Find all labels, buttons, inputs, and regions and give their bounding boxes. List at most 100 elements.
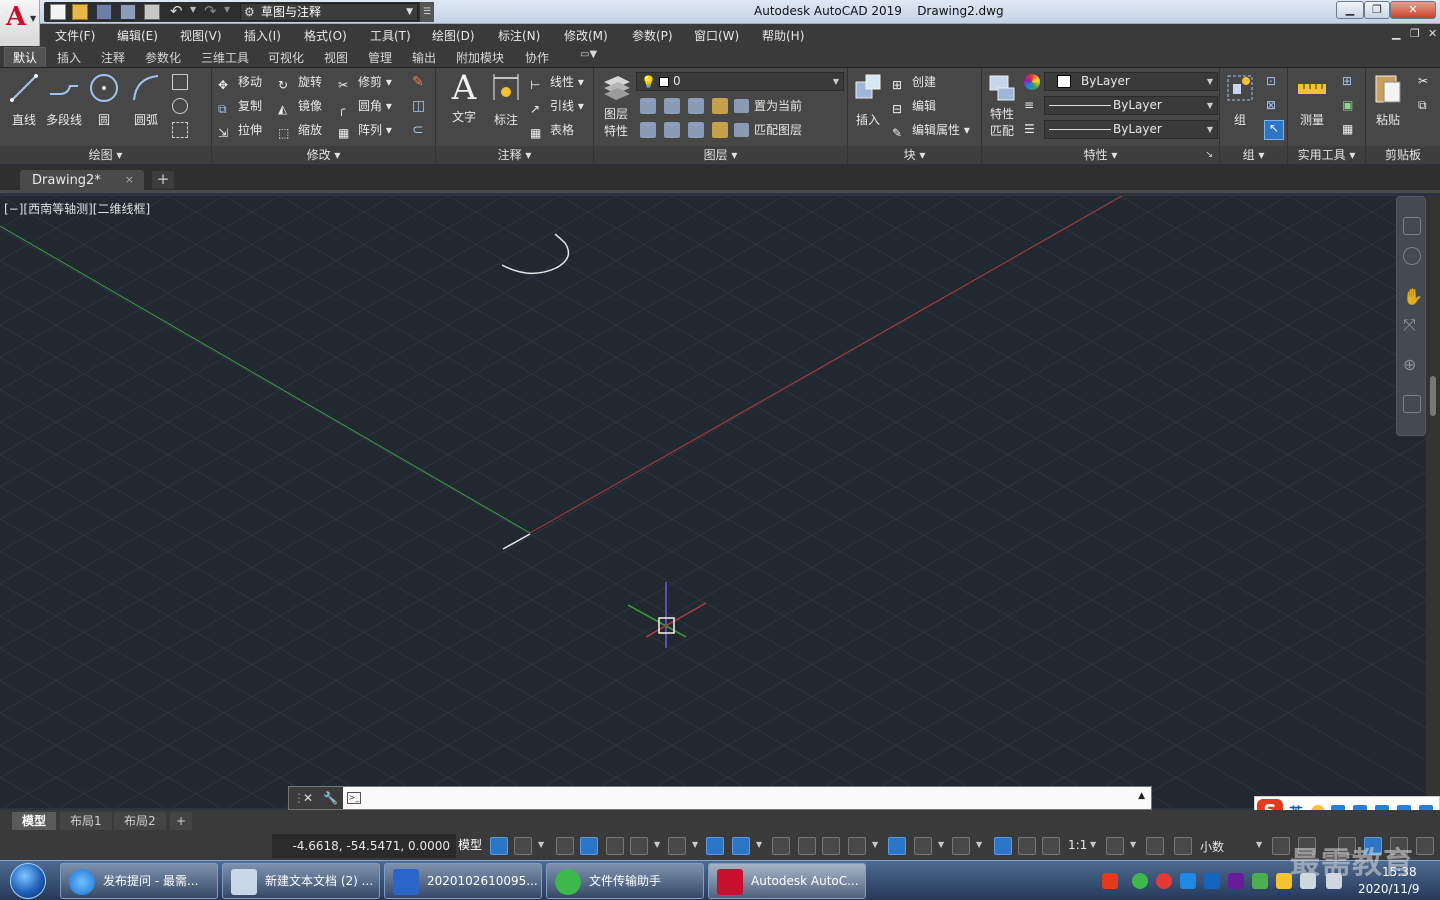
layer-properties-button[interactable]: 图层 特性 [596,72,636,139]
add-layout-button[interactable]: + [170,812,193,830]
panel-properties-title[interactable]: 特性 ▾ ↘ [982,146,1219,164]
ribbon-minimize-icon[interactable]: ▭▼ [580,49,597,60]
linear-button[interactable]: ⊢ 线性 ▾ [530,72,584,92]
panel-draw-title[interactable]: 绘图 ▾ [0,146,211,164]
tab-default[interactable]: 默认 [4,47,47,67]
chevron-down-icon[interactable]: ▼ [872,840,878,849]
measure-button[interactable]: 测量 [1292,72,1332,128]
drawing-canvas[interactable]: [−][西南等轴测][二维线框] [0,196,1426,808]
tab-view[interactable]: 视图 [324,49,348,66]
color-wheel-icon[interactable] [1024,74,1040,90]
redo-icon[interactable]: ↷ [204,2,217,20]
tab-3d-tools[interactable]: 三维工具 [201,49,249,66]
layer-off-icon[interactable] [640,98,656,114]
lineweight-icon[interactable]: ☰ [1024,122,1040,138]
layer-freeze-icon[interactable] [688,98,704,114]
stretch-button[interactable]: ⇲ 拉伸 [218,120,262,140]
taskbar-item-autocad[interactable]: Autodesk AutoC... [708,863,866,899]
coordinates-display[interactable]: -4.6618, -54.5471, 0.0000 [272,834,456,858]
linetype-icon[interactable]: ≡ [1024,98,1040,114]
insert-block-button[interactable]: 插入 [848,72,888,128]
clock-date[interactable]: 2020/11/9 [1358,882,1420,896]
orbit-icon[interactable]: ⊕ [1403,355,1421,374]
panel-utilities-title[interactable]: 实用工具 ▾ [1288,146,1365,164]
viewport-controls[interactable]: [−][西南等轴测][二维线框] [4,200,150,217]
grid-toggle-icon[interactable] [490,837,508,855]
undo-icon[interactable]: ↶ [170,2,183,20]
nvidia-tray-icon[interactable] [1252,873,1268,889]
panel-annotation-title[interactable]: 注释 ▾ [436,146,593,164]
select-all-icon[interactable]: ▣ [1342,98,1358,114]
zoom-extents-icon[interactable]: ⤧ [1403,315,1421,334]
weibo-tray-icon[interactable] [1156,873,1172,889]
group-edit-icon[interactable]: ⊠ [1266,98,1282,114]
tab-collaborate[interactable]: 协作 [525,49,549,66]
new-file-icon[interactable] [50,4,66,20]
rotate-button[interactable]: ↻ 旋转 [278,72,322,92]
object-snap-icon[interactable] [732,837,750,855]
workspace-gear-icon[interactable] [1106,837,1124,855]
tab-layout2[interactable]: 布局2 [114,812,166,830]
tab-output[interactable]: 输出 [412,49,436,66]
array-button[interactable]: ▦ 阵列 ▾ [338,120,392,140]
minimize-button[interactable]: ▁ [1336,1,1364,19]
model-space-button[interactable]: 模型 [458,836,482,853]
paste-button[interactable]: 粘贴 [1368,72,1408,128]
taskbar-item-ie[interactable]: 发布提问 - 最需... [60,863,218,899]
polyline-button[interactable]: 多段线 [44,72,84,128]
auto-scale-icon[interactable] [1018,837,1036,855]
offset-icon[interactable]: ⊂ [412,122,428,138]
taskbar-item-notepad[interactable]: 新建文本文档 (2) ... [222,863,380,899]
rectangle-icon[interactable] [172,74,188,90]
annotation-monitor-icon[interactable] [1146,837,1164,855]
menu-format[interactable]: 格式(O) [304,27,347,44]
group-select-icon[interactable]: ↖ [1264,120,1284,140]
calculator-icon[interactable]: ▦ [1342,122,1358,138]
transparency-icon[interactable] [798,837,816,855]
menu-help[interactable]: 帮助(H) [762,27,804,44]
object-snap-tracking-icon[interactable] [706,837,724,855]
chevron-down-icon[interactable]: ▼ [692,840,698,849]
open-file-icon[interactable] [72,4,88,20]
table-button[interactable]: ▦ 表格 [530,120,574,140]
lineweight-toggle-icon[interactable] [772,837,790,855]
chevron-down-icon[interactable]: ▼ [538,840,544,849]
panel-layers-title[interactable]: 图层 ▾ [594,146,847,164]
layer-unisolate-icon[interactable] [664,122,680,138]
scale-button[interactable]: ⬚ 缩放 [278,120,322,140]
close-button[interactable]: ✕ [1390,1,1436,19]
selection-filter-icon[interactable] [914,837,932,855]
mirror-button[interactable]: ◭ 镜像 [278,96,322,116]
annotation-scale-icon[interactable] [1042,837,1060,855]
chevron-down-icon[interactable]: ▼ [976,840,982,849]
copy-clip-icon[interactable]: ⧉ [1418,98,1434,114]
menu-draw[interactable]: 绘图(D) [432,27,475,44]
undo-dropdown-icon[interactable]: ▼ [190,5,196,14]
polar-tracking-icon[interactable] [630,837,648,855]
lineweight-dropdown[interactable]: ByLayer ▼ [1044,120,1218,139]
hatch-icon[interactable] [172,122,188,138]
layer-on-icon[interactable] [640,122,656,138]
edit-block-button[interactable]: ⊟ 编辑 [892,96,936,116]
chevron-down-icon[interactable]: ▼ [1090,840,1096,849]
workspace-switcher[interactable]: ⚙ 草图与注释 ▼ [240,3,418,21]
dialog-launcher-icon[interactable]: ↘ [1205,146,1213,164]
vertical-scrollbar[interactable] [1426,196,1440,808]
customize-qat-icon[interactable]: ☰ [420,2,434,22]
scrollbar-thumb[interactable] [1430,376,1436,416]
line-button[interactable]: 直线 [4,72,44,128]
panel-block-title[interactable]: 块 ▾ [848,146,981,164]
command-line[interactable]: ⋮ ✕ 🔧 >_ ▲ [288,786,1152,810]
group-button[interactable]: 组 [1220,72,1260,128]
match-layer-button[interactable]: 匹配图层 [734,120,802,140]
chevron-down-icon[interactable]: ▼ [756,840,762,849]
make-current-button[interactable]: 置为当前 [734,96,802,116]
menu-insert[interactable]: 插入(I) [244,27,281,44]
tab-manage[interactable]: 管理 [368,49,392,66]
menu-parametric[interactable]: 参数(P) [632,27,673,44]
layer-unlock-icon[interactable] [712,122,728,138]
move-button[interactable]: ✥ 移动 [218,72,262,92]
cut-icon[interactable]: ✂ [1418,74,1434,90]
menu-modify[interactable]: 修改(M) [564,27,608,44]
circle-button[interactable]: 圆 [84,72,124,128]
